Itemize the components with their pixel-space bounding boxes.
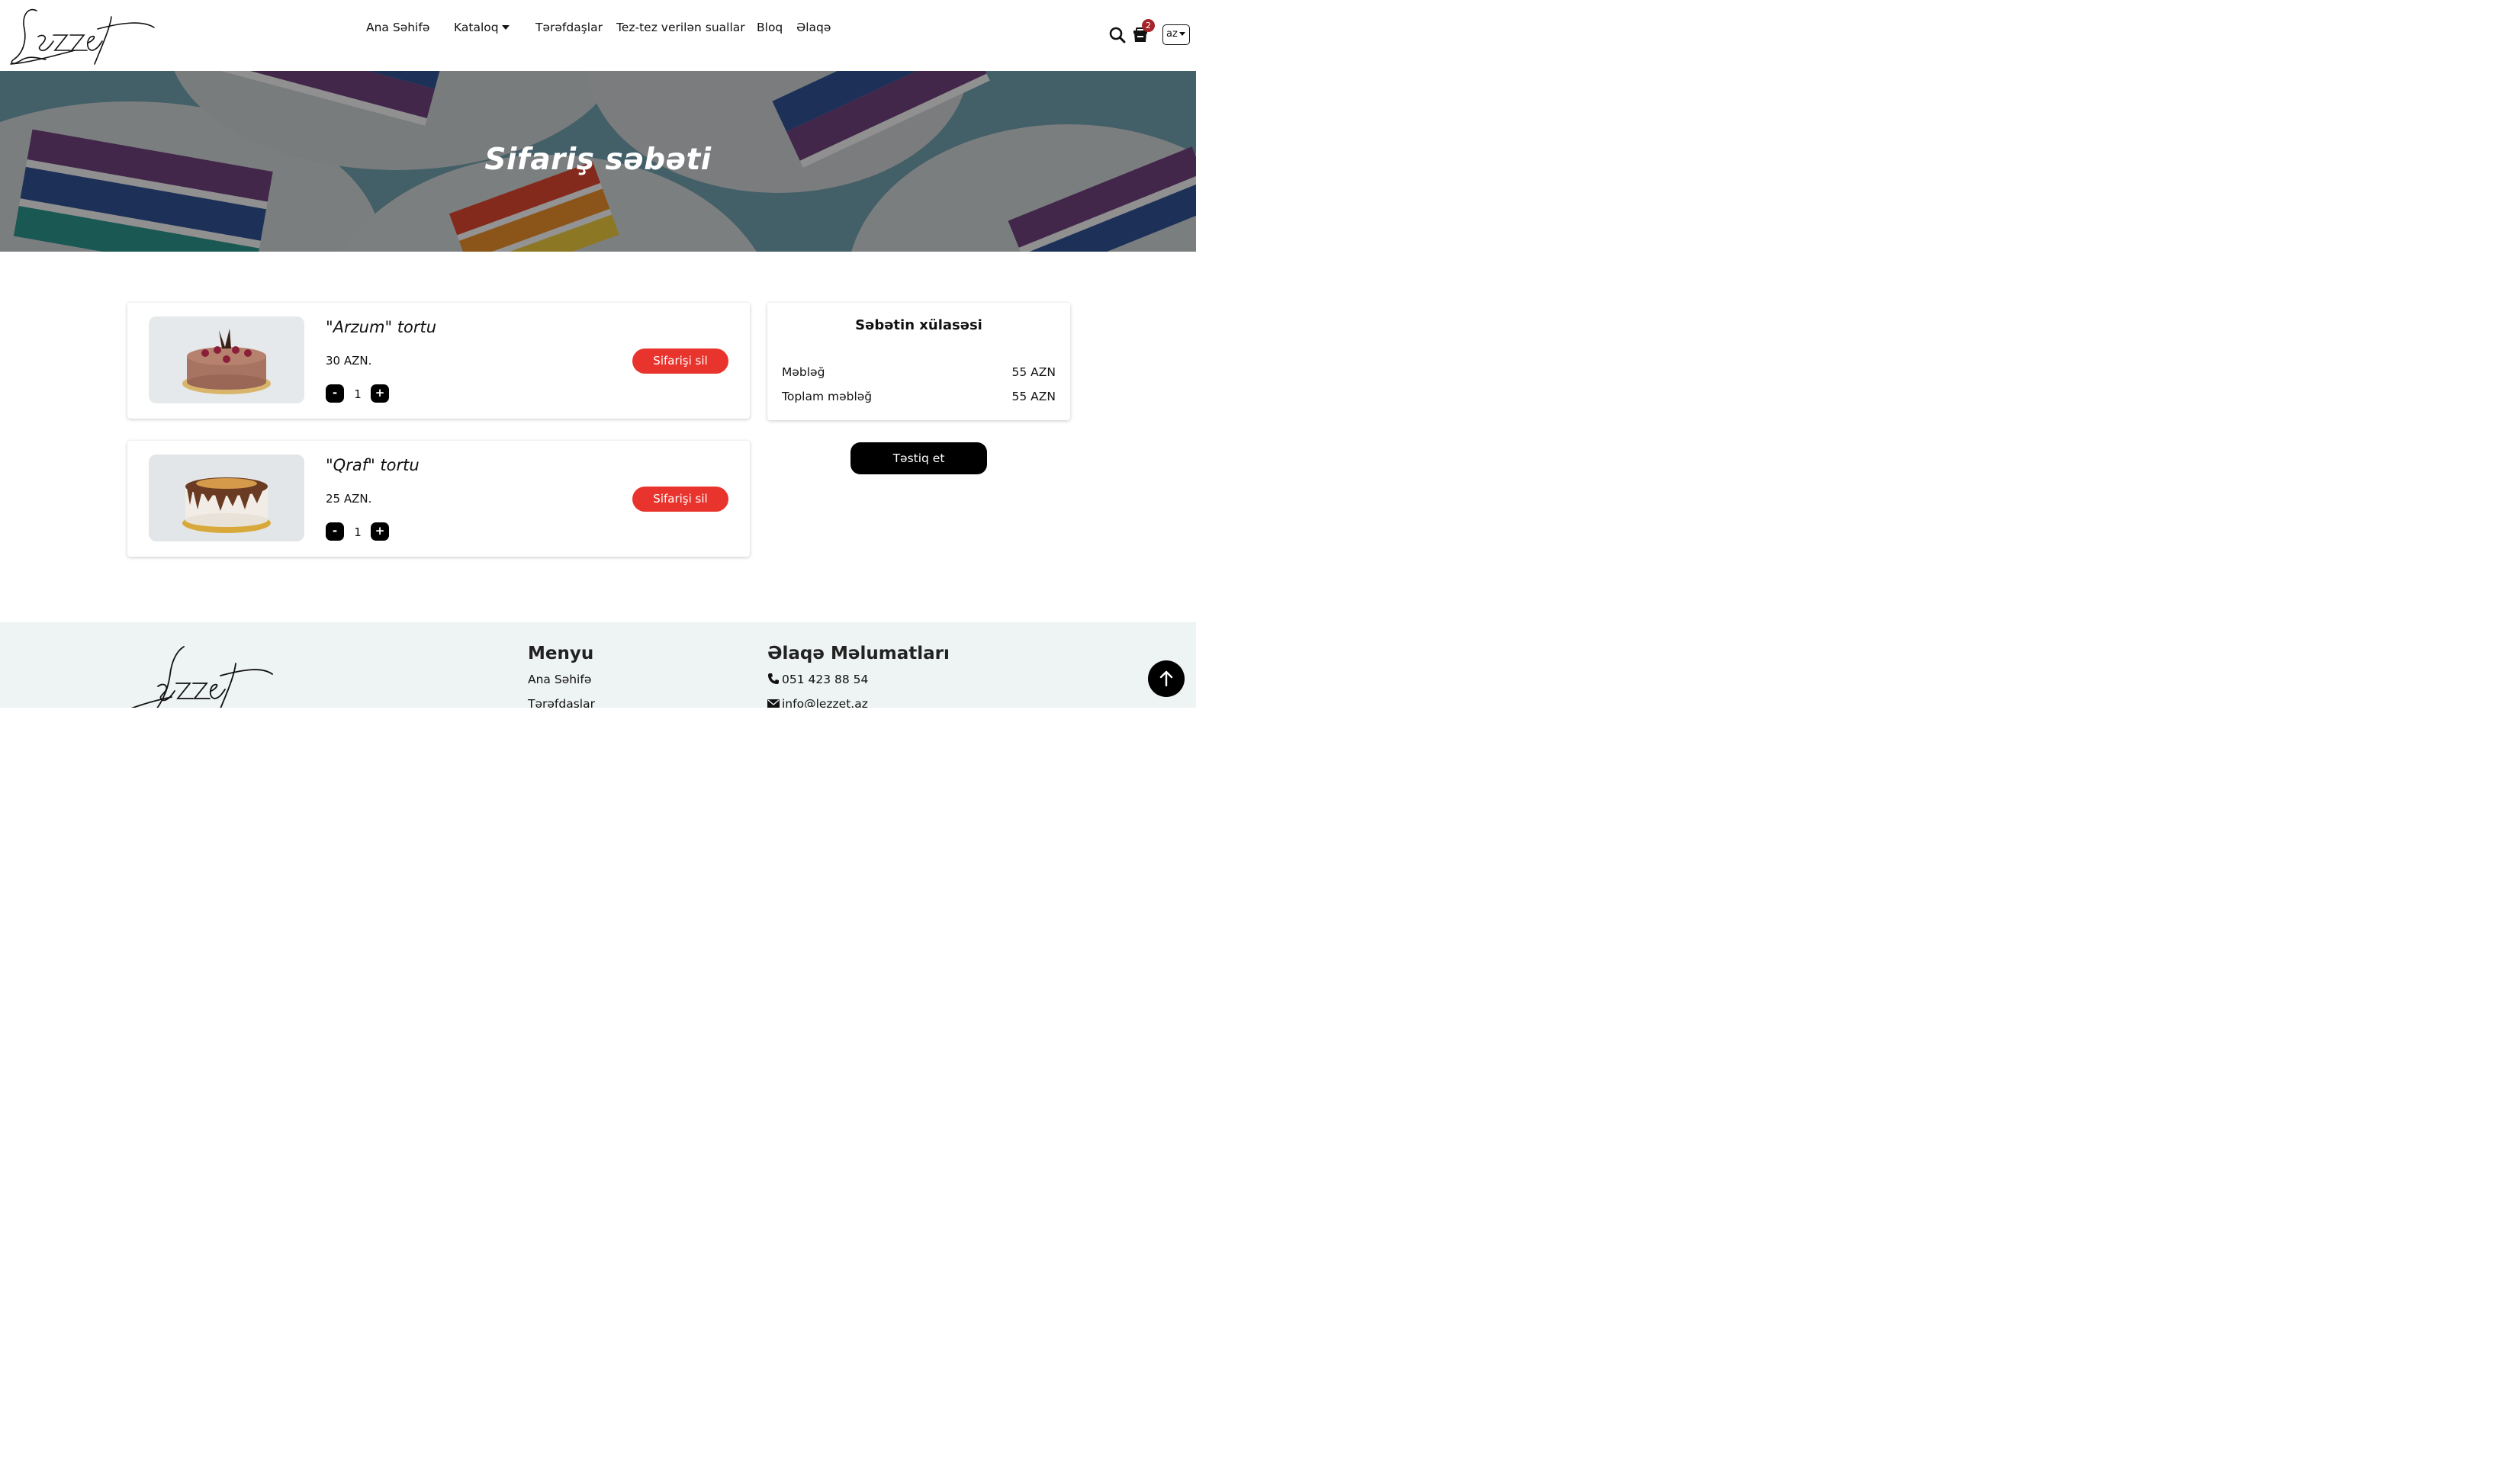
footer-email[interactable]: info@lezzet.az <box>767 697 868 708</box>
footer-phone[interactable]: 051 423 88 54 <box>767 673 868 686</box>
summary-title: Səbətin xülasəsi <box>855 317 982 333</box>
site-footer: Menyu Ana Səhifə Tərəfdaşlar Əlaqə Məlum… <box>0 622 1196 708</box>
summary-label: Məbləğ <box>782 365 825 379</box>
nav-partners[interactable]: Tərəfdaşlar <box>535 21 603 34</box>
chevron-down-icon <box>1178 32 1185 36</box>
quantity-value: 1 <box>354 525 362 539</box>
summary-row-amount: Məbləğ 55 AZN <box>782 365 1056 379</box>
footer-menu-title: Menyu <box>528 644 594 663</box>
cart-summary: Səbətin xülasəsi Məbləğ 55 AZN Toplam mə… <box>767 303 1070 420</box>
product-image <box>149 316 304 403</box>
footer-contact-title: Əlaqə Məlumatları <box>767 644 950 663</box>
cart-item: "Arzum" tortu 30 AZN. - 1 + Sifarişi sil <box>127 303 750 419</box>
increase-quantity-button[interactable]: + <box>371 522 389 541</box>
nav-blog[interactable]: Bloq <box>757 21 783 34</box>
arrow-up-icon <box>1159 670 1173 687</box>
product-name: "Arzum" tortu <box>326 318 437 336</box>
summary-label: Toplam məbləğ <box>782 390 873 403</box>
product-price: 30 AZN. <box>326 354 372 368</box>
hero-banner: Sifariş səbəti <box>0 71 1196 252</box>
envelope-icon <box>767 699 780 708</box>
summary-value: 55 AZN <box>1011 365 1056 379</box>
main-nav: Ana Səhifə Kataloq Tərəfdaşlar Tez-tez v… <box>0 21 1196 39</box>
decrease-quantity-button[interactable]: - <box>326 384 344 403</box>
product-image <box>149 455 304 541</box>
summary-value: 55 AZN <box>1011 390 1056 403</box>
footer-link-home[interactable]: Ana Səhifə <box>528 673 591 686</box>
product-name: "Qraf" tortu <box>326 456 420 474</box>
site-header: Ana Səhifə Kataloq Tərəfdaşlar Tez-tez v… <box>0 0 1196 71</box>
phone-icon <box>768 673 779 684</box>
scroll-to-top-button[interactable] <box>1148 660 1185 697</box>
decrease-quantity-button[interactable]: - <box>326 522 344 541</box>
increase-quantity-button[interactable]: + <box>371 384 389 403</box>
confirm-order-button[interactable]: Təstiq et <box>850 442 987 474</box>
footer-link-partners[interactable]: Tərəfdaşlar <box>528 697 595 708</box>
language-value: az <box>1166 28 1178 40</box>
remove-item-button[interactable]: Sifarişi sil <box>632 487 728 512</box>
remove-item-button[interactable]: Sifarişi sil <box>632 349 728 374</box>
search-icon[interactable] <box>1109 27 1126 47</box>
nav-home[interactable]: Ana Səhifə <box>366 21 429 34</box>
phone-number: 051 423 88 54 <box>782 673 869 686</box>
caret-down-icon <box>501 25 510 30</box>
quantity-value: 1 <box>354 387 362 401</box>
nav-catalog[interactable]: Kataloq <box>454 21 510 34</box>
language-select[interactable]: az <box>1162 24 1190 45</box>
nav-catalog-label: Kataloq <box>454 21 499 34</box>
summary-row-total: Toplam məbləğ 55 AZN <box>782 390 1056 403</box>
page-title: Sifariş səbəti <box>484 143 712 177</box>
cart-item: "Qraf" tortu 25 AZN. - 1 + Sifarişi sil <box>127 441 750 557</box>
footer-logo[interactable] <box>126 644 275 708</box>
nav-faq[interactable]: Tez-tez verilən suallar <box>616 21 745 34</box>
email-address: info@lezzet.az <box>782 697 868 708</box>
cart-count-badge: 2 <box>1142 19 1155 32</box>
nav-contact[interactable]: Əlaqə <box>796 21 831 34</box>
product-price: 25 AZN. <box>326 492 372 506</box>
